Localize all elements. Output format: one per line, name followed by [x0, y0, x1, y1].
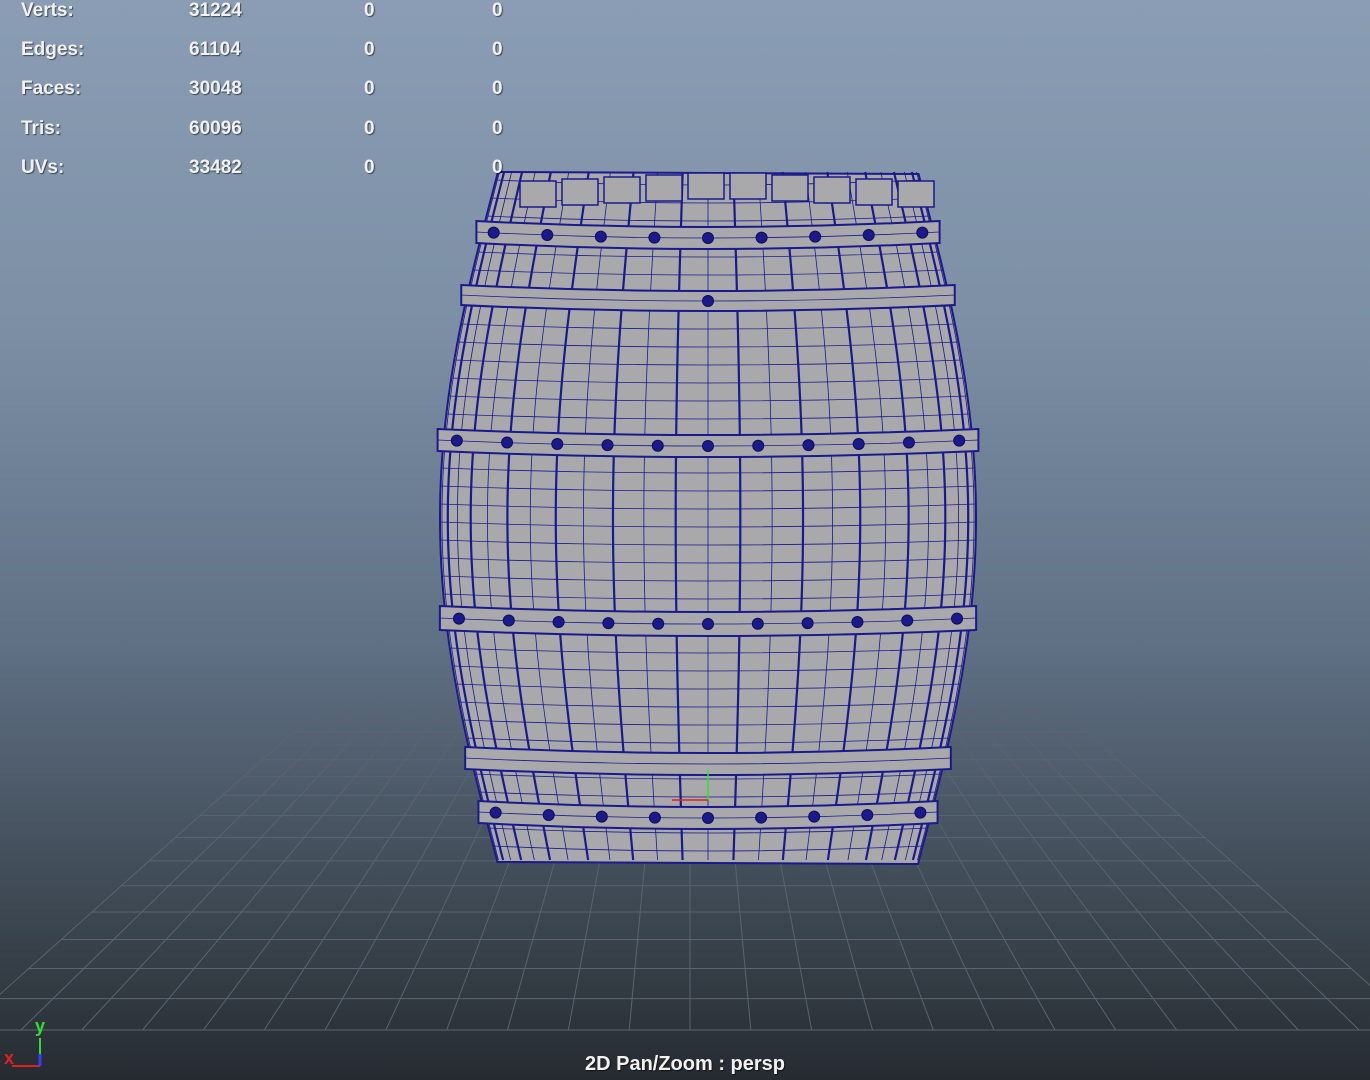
hud-label: Verts:	[21, 0, 74, 21]
rivet	[953, 434, 966, 447]
hud-label: UVs:	[21, 157, 65, 178]
rivet	[801, 617, 814, 630]
hud-selected: 0	[364, 39, 375, 60]
grid-line	[20, 709, 350, 1031]
hud-total: 61104	[189, 39, 241, 60]
rim-stave	[855, 178, 893, 206]
rivet	[901, 614, 914, 627]
rivet	[595, 810, 608, 823]
hud-total: 31224	[189, 0, 242, 21]
rivet	[502, 614, 515, 627]
rivet	[862, 228, 875, 241]
hud-label: Edges:	[21, 39, 85, 60]
grid-line	[937, 709, 1178, 1031]
rivet	[648, 811, 661, 824]
rivet	[951, 612, 964, 625]
rivet	[651, 439, 664, 452]
grid-line	[968, 709, 1238, 1031]
hud-total: 30048	[189, 78, 242, 99]
rivet	[602, 617, 615, 630]
rim-stave	[603, 176, 641, 204]
hud-total: 33482	[189, 157, 242, 178]
rivet	[450, 434, 463, 447]
rivet	[914, 806, 927, 819]
rim-stave	[561, 178, 599, 206]
perspective-viewport[interactable]: Verts: 31224 0 0 Edges: 61104 0 0 Faces:…	[0, 0, 1370, 1080]
hud-extra: 0	[492, 157, 503, 178]
rivet	[755, 811, 768, 824]
rivet	[648, 231, 661, 244]
y-axis-label: y	[35, 1016, 46, 1036]
grid-line	[0, 709, 319, 995]
rivet	[851, 616, 864, 629]
rim-stave	[687, 172, 725, 200]
rivet	[802, 439, 815, 452]
grid-line	[81, 709, 381, 1031]
hud-label: Faces:	[21, 78, 82, 99]
rivet	[541, 228, 554, 241]
rivet	[751, 617, 764, 630]
rivet	[702, 440, 714, 452]
grid-line	[263, 709, 474, 1031]
rivet	[452, 612, 465, 625]
rivet	[916, 226, 929, 239]
grid-line	[999, 709, 1299, 1031]
rim-stave	[729, 172, 767, 200]
rivet	[552, 616, 565, 629]
rivet	[601, 439, 614, 452]
rivet	[809, 230, 822, 243]
camera-label: 2D Pan/Zoom : persp	[584, 1053, 786, 1075]
grid-line	[1030, 709, 1360, 1031]
barrel-mesh[interactable]	[436, 170, 980, 866]
hud-selected: 0	[364, 78, 375, 99]
rivet	[594, 230, 607, 243]
hud-label: Tris:	[21, 118, 62, 139]
rim-stave	[813, 176, 851, 204]
rivet	[542, 808, 555, 821]
rivet	[902, 436, 915, 449]
hud-selected: 0	[364, 0, 375, 21]
rivet	[808, 810, 821, 823]
grid-line	[1061, 709, 1370, 986]
rivet	[702, 232, 714, 244]
rivet	[489, 806, 502, 819]
grid-line	[142, 709, 412, 1031]
hud-extra: 0	[492, 118, 503, 139]
rivet	[652, 617, 665, 630]
rivet	[702, 812, 714, 824]
rivet	[702, 295, 714, 307]
rim-stave	[519, 180, 557, 208]
hud-extra: 0	[492, 78, 503, 99]
rim-stave	[645, 174, 683, 202]
grid-line	[202, 709, 443, 1031]
hud-total: 60096	[189, 118, 242, 139]
rivet	[501, 436, 514, 449]
rivet	[487, 226, 500, 239]
rivet	[852, 438, 865, 451]
rivet	[755, 231, 768, 244]
rivet	[702, 618, 714, 630]
rim-stave	[897, 180, 935, 208]
rim-stave	[771, 174, 809, 202]
hud-selected: 0	[364, 118, 375, 139]
rivet	[861, 808, 874, 821]
hud-selected: 0	[364, 157, 375, 178]
rivet	[551, 438, 564, 451]
hud-extra: 0	[492, 0, 503, 21]
rivet	[752, 439, 765, 452]
hud-extra: 0	[492, 39, 503, 60]
